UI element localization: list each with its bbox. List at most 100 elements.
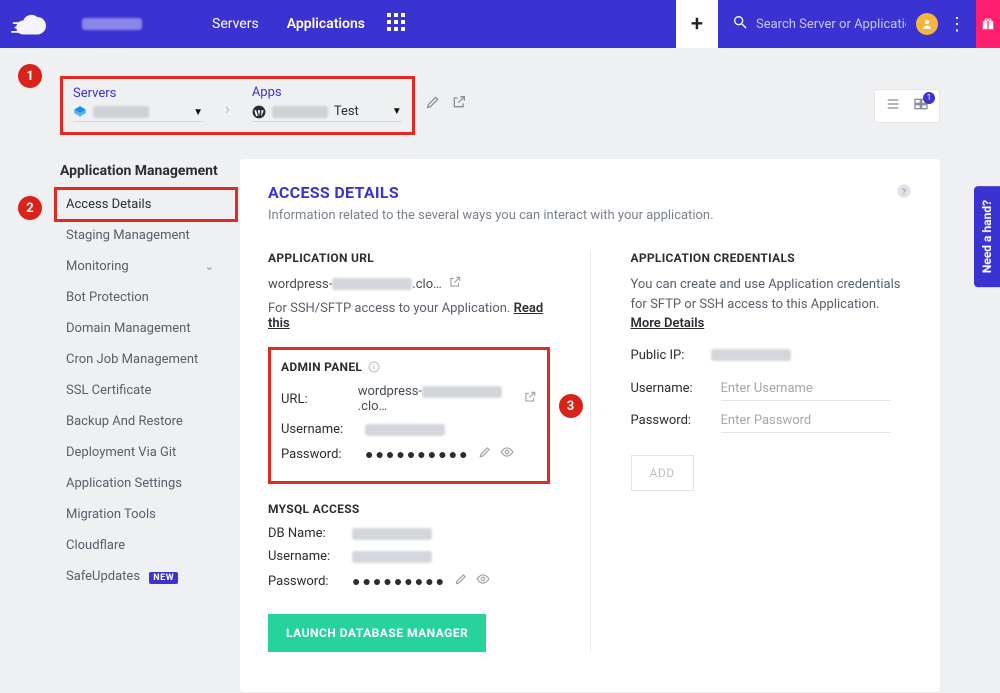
eye-icon[interactable] — [500, 445, 514, 463]
db-username-redacted — [352, 551, 432, 563]
credentials-description: You can create and use Application crede… — [631, 275, 913, 334]
app-url-value: wordpress-.clo… — [268, 275, 550, 293]
more-details-link[interactable]: More Details — [631, 316, 705, 331]
app-url-heading: APPLICATION URL — [268, 251, 550, 265]
db-name-redacted — [352, 528, 432, 540]
main-panel: ACCESS DETAILS Information related to th… — [240, 159, 940, 692]
admin-url-label: URL: — [281, 392, 358, 407]
servers-dropdown[interactable]: ▼ — [73, 105, 203, 122]
add-button[interactable]: + — [676, 0, 718, 48]
edit-icon[interactable] — [478, 445, 492, 463]
user-avatar[interactable] — [916, 13, 938, 35]
admin-panel-heading: ADMIN PANEL — [281, 360, 537, 374]
context-selector: Servers ▼ › Apps Test ▼ — [60, 76, 415, 135]
gift-icon[interactable] — [976, 0, 1000, 48]
app-name-suffix: Test — [334, 104, 359, 119]
sidebar-item-cron[interactable]: Cron Job Management — [60, 344, 220, 375]
sidebar: Application Management Access Details St… — [60, 159, 220, 692]
db-username-label: Username: — [268, 549, 352, 564]
tenant-breadcrumb[interactable] — [64, 0, 168, 48]
sidebar-item-domain[interactable]: Domain Management — [60, 313, 220, 344]
card-view-icon[interactable]: 1 — [913, 96, 929, 116]
public-ip-redacted — [711, 349, 791, 361]
left-column: APPLICATION URL wordpress-.clo… For SSH/… — [268, 251, 550, 652]
admin-password-mask: ●●●●●●●●●● — [365, 446, 470, 463]
chevron-down-icon: ▼ — [392, 106, 402, 117]
annotation-2: 2 — [18, 196, 42, 220]
sidebar-title: Application Management — [60, 163, 220, 179]
edit-icon[interactable] — [454, 572, 468, 590]
sidebar-item-backup[interactable]: Backup And Restore — [60, 406, 220, 437]
sidebar-item-access-details[interactable]: Access Details — [60, 189, 220, 220]
view-badge-count: 1 — [923, 92, 935, 104]
search-input[interactable] — [756, 17, 906, 32]
view-toggle: 1 — [874, 89, 940, 123]
sidebar-item-git[interactable]: Deployment Via Git — [60, 437, 220, 468]
edit-icon[interactable] — [425, 94, 441, 114]
sidebar-item-bot-protection[interactable]: Bot Protection — [60, 282, 220, 313]
open-external-icon[interactable] — [448, 275, 462, 293]
sidebar-item-migration[interactable]: Migration Tools — [60, 499, 220, 530]
admin-panel-section: 3 ADMIN PANEL URL: wordpress-.clo… Usern… — [268, 347, 550, 484]
cred-username-input[interactable] — [721, 377, 891, 401]
global-search[interactable] — [732, 14, 906, 34]
help-icon[interactable]: ? — [896, 183, 912, 203]
wordpress-icon — [252, 105, 266, 119]
open-external-icon[interactable] — [523, 390, 537, 408]
top-nav-links: Servers Applications — [210, 12, 367, 36]
nav-servers[interactable]: Servers — [210, 12, 261, 36]
cred-password-label: Password: — [631, 413, 721, 428]
admin-username-label: Username: — [281, 422, 365, 437]
open-external-icon[interactable] — [451, 94, 467, 114]
cred-username-label: Username: — [631, 381, 721, 396]
db-password-label: Password: — [268, 574, 352, 589]
info-icon[interactable] — [368, 361, 380, 373]
sidebar-item-monitoring[interactable]: Monitoring ⌄ — [60, 251, 220, 282]
context-breadcrumb-row: Servers ▼ › Apps Test ▼ 1 — [0, 48, 1000, 135]
eye-icon[interactable] — [476, 572, 490, 590]
sidebar-item-label: SafeUpdates — [66, 569, 140, 584]
chevron-down-icon: ⌄ — [205, 260, 214, 273]
list-view-icon[interactable] — [885, 96, 901, 116]
nav-applications[interactable]: Applications — [285, 12, 367, 36]
apps-dropdown[interactable]: Test ▼ — [252, 104, 402, 122]
launch-db-manager-button[interactable]: LAUNCH DATABASE MANAGER — [268, 614, 486, 652]
apps-grid-icon[interactable] — [387, 13, 405, 35]
breadcrumb-actions — [425, 94, 467, 118]
server-provider-icon — [73, 105, 87, 119]
credentials-heading: APPLICATION CREDENTIALS — [631, 251, 913, 265]
sidebar-item-ssl[interactable]: SSL Certificate — [60, 375, 220, 406]
admin-username-redacted — [365, 424, 445, 436]
servers-dropdown-label: Servers — [73, 86, 203, 101]
server-name-redacted — [93, 106, 149, 118]
right-column: APPLICATION CREDENTIALS You can create a… — [631, 251, 913, 652]
tenant-name-redacted — [82, 18, 142, 30]
feedback-tab[interactable]: Need a hand? — [974, 186, 1000, 287]
brand-logo[interactable] — [0, 0, 64, 48]
app-url-note: For SSH/SFTP access to your Application.… — [268, 301, 550, 331]
more-menu-icon[interactable]: ⋮ — [948, 14, 966, 35]
cred-password-input[interactable] — [721, 409, 891, 433]
panel-subtitle: Information related to the several ways … — [268, 208, 714, 223]
sidebar-item-safeupdates[interactable]: SafeUpdates NEW — [60, 561, 220, 592]
top-navbar: Servers Applications + ⋮ — [0, 0, 1000, 48]
admin-password-label: Password: — [281, 447, 365, 462]
public-ip-label: Public IP: — [631, 348, 711, 363]
mysql-heading: MYSQL ACCESS — [268, 502, 550, 516]
sidebar-item-staging[interactable]: Staging Management — [60, 220, 220, 251]
sidebar-item-cloudflare[interactable]: Cloudflare — [60, 530, 220, 561]
sidebar-item-label: Monitoring — [66, 259, 129, 274]
sidebar-item-app-settings[interactable]: Application Settings — [60, 468, 220, 499]
db-password-mask: ●●●●●●●●● — [352, 573, 446, 590]
db-name-label: DB Name: — [268, 526, 352, 541]
search-icon — [732, 14, 748, 34]
svg-text:?: ? — [902, 187, 906, 197]
admin-url-value: wordpress-.clo… — [358, 384, 517, 414]
annotation-3: 3 — [559, 394, 583, 418]
app-name-redacted — [272, 106, 328, 118]
app-url-redacted — [332, 278, 412, 290]
annotation-1: 1 — [18, 64, 42, 88]
new-badge: NEW — [149, 572, 178, 584]
apps-dropdown-label: Apps — [252, 85, 402, 100]
add-credentials-button[interactable]: ADD — [631, 455, 694, 491]
